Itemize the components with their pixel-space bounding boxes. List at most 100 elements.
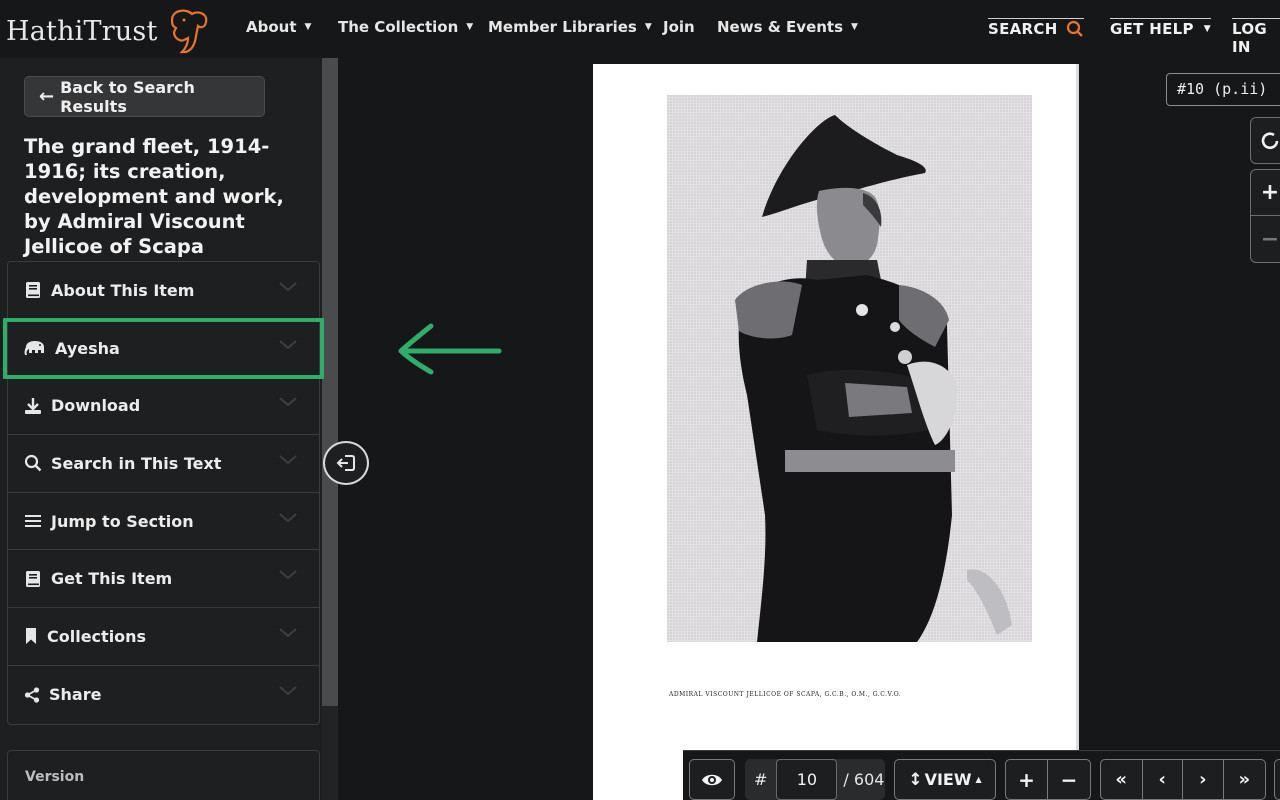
sidebar-item-label: Jump to Section [51,511,194,531]
chevron-down-icon [279,570,297,580]
nav-member-libraries[interactable]: Member Libraries ▼ [488,18,652,36]
minus-icon: − [1260,226,1280,252]
chevron-down-icon [279,628,297,638]
arrow-left-annotation-icon [398,323,502,375]
chevron-down-icon [279,282,297,292]
page-edge [1076,64,1079,800]
sidebar-item-label: Search in This Text [51,453,222,473]
caret-down-icon: ▼ [851,22,858,32]
last-page-button[interactable]: » [1224,760,1265,799]
total-pages: / 604 [843,770,885,789]
elephant-icon [23,338,47,358]
caret-down-icon: ▼ [644,22,652,32]
chevron-down-icon [279,686,297,696]
hathitrust-logo[interactable]: HathiTrust [6,6,210,56]
chevron-down-icon [279,339,297,350]
rotate-button[interactable] [1250,117,1280,164]
back-button-label: Back to Search Results [60,77,195,116]
view-label: VIEW [924,770,972,789]
toolbar-zoom-in-button[interactable]: + [1006,760,1049,799]
page-number-control: # / 604 [745,759,885,800]
chevron-down-icon [279,512,297,523]
sidebar-item-download[interactable]: Download [8,377,319,436]
search-toggle-button[interactable]: SEARCH [988,18,1084,38]
plus-icon: + [1260,180,1280,205]
back-to-search-results-button[interactable]: ← Back to Search Results [24,76,265,117]
nav-the-collection[interactable]: The Collection ▼ [338,18,473,36]
caret-down-icon: ▼ [304,22,312,32]
elephant-logo-icon [170,9,207,54]
search-label: SEARCH [988,20,1058,38]
sidebar-item-about-this-item[interactable]: About This Item [8,262,319,320]
nav-news-events[interactable]: News & Events ▼ [717,18,858,36]
double-chevron-left-icon: « [1115,769,1128,790]
sidebar-item-collections[interactable]: Collections [8,608,319,666]
plus-icon: + [1018,767,1035,792]
zoom-controls: + − [1250,169,1280,263]
zoom-in-button[interactable]: + [1251,170,1280,216]
zoom-out-button[interactable]: − [1251,216,1280,262]
bookmark-icon [23,626,39,646]
toolbar-overflow-button[interactable] [1274,759,1280,800]
sidebar-item-ayesha[interactable]: Ayesha [8,320,319,378]
sidebar-item-search-in-this-text[interactable]: Search in This Text [8,435,319,493]
chevron-right-icon: › [1199,769,1207,790]
version-label: Version [25,769,85,785]
book-icon [23,569,43,589]
sidebar-accordion: About This Item Ayesha Download Search i… [7,261,320,725]
sidebar-item-get-this-item[interactable]: Get This Item [8,550,319,609]
arrow-left-icon: ← [39,86,55,107]
list-icon [23,511,43,531]
chevron-left-icon: ‹ [1158,769,1166,790]
arrows-vertical-icon: ↕ [908,769,923,790]
collapse-sidebar-button[interactable] [323,441,369,485]
caret-up-icon: ▲ [975,775,982,784]
book-icon [23,280,43,300]
login-label: LOG IN [1232,20,1267,56]
nav-member-libraries-label: Member Libraries [488,18,637,36]
page-caption: ADMIRAL VISCOUNT JELLICOE OF SCAPA, G.C.… [669,691,902,698]
hash-label: # [754,770,768,789]
next-page-button[interactable]: › [1183,760,1224,799]
minus-icon: − [1060,767,1078,792]
get-help-button[interactable]: GET HELP ▼ [1110,18,1211,38]
logo-text: HathiTrust [6,15,158,47]
caret-down-icon: ▼ [1203,24,1211,34]
nav-join-label: Join [663,18,695,36]
search-icon [23,453,43,473]
nav-news-events-label: News & Events [717,18,844,36]
view-mode-button[interactable]: ↕ VIEW ▲ [894,759,996,800]
sidebar-item-jump-to-section[interactable]: Jump to Section [8,493,319,551]
sidebar: ← Back to Search Results The grand fleet… [0,58,322,800]
share-icon [23,685,41,705]
toolbar-zoom-out-button[interactable]: − [1048,760,1090,799]
sidebar-item-label: Ayesha [55,338,120,358]
toggle-visibility-button[interactable] [689,759,735,800]
nav-join[interactable]: Join [663,18,695,36]
login-button[interactable]: LOG IN [1232,18,1280,56]
page-navigation-group: « ‹ › » [1100,759,1266,800]
sidebar-item-label: Download [51,396,141,416]
download-icon [23,396,43,416]
version-panel: Version [7,750,320,800]
sidebar-item-label: Collections [47,626,147,646]
nav-about[interactable]: About ▼ [246,18,311,36]
book-title: The grand fleet, 1914-1916; its creation… [24,135,284,258]
first-page-button[interactable]: « [1101,760,1143,799]
get-help-label: GET HELP [1110,20,1194,38]
search-icon [1066,20,1083,37]
sidebar-item-label: Get This Item [51,569,173,589]
sidebar-item-share[interactable]: Share [8,666,319,724]
sidebar-scrollbar-thumb[interactable] [322,58,338,706]
caret-down-icon: ▼ [466,22,474,32]
double-chevron-right-icon: » [1238,769,1251,790]
zoom-group: + − [1005,759,1091,800]
chevron-down-icon [279,397,297,407]
nav-collection-label: The Collection [338,18,459,36]
chevron-down-icon [279,455,297,465]
portrait-image [667,95,1032,642]
rotate-icon [1261,131,1279,149]
page-number-input[interactable] [776,759,838,800]
previous-page-button[interactable]: ‹ [1143,760,1184,799]
sidebar-item-label: Share [49,685,102,705]
